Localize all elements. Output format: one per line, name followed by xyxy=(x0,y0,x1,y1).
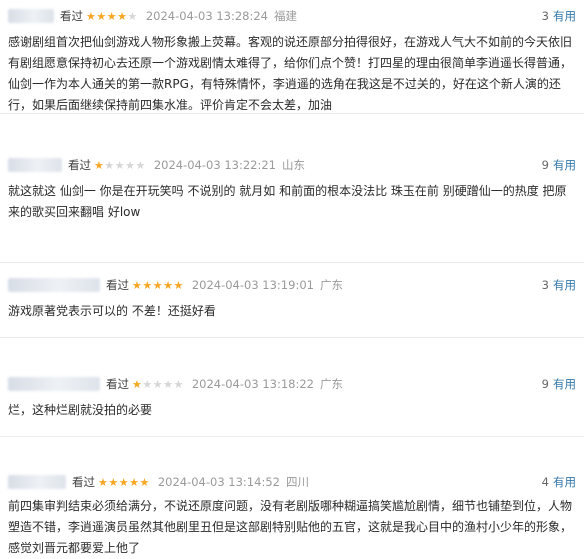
review-location: 广东 xyxy=(319,278,343,292)
useful-button[interactable]: 4 有用 xyxy=(542,472,576,492)
watch-status: 看过 xyxy=(72,475,95,489)
star-empty-icon: ★★★★ xyxy=(104,158,146,172)
useful-count: 9 xyxy=(541,377,549,391)
useful-button[interactable]: 9 有用 xyxy=(542,374,576,394)
useful-label[interactable]: 有用 xyxy=(553,474,576,490)
rating-stars: ★★★★★ xyxy=(86,10,138,23)
useful-label[interactable]: 有用 xyxy=(553,157,576,173)
review-location: 四川 xyxy=(285,475,309,489)
review-meta: 看过 ★★★★★ 2024-04-03 13:19:01 广东 xyxy=(8,275,343,295)
rating-stars: ★★★★★ xyxy=(98,476,150,489)
review-time: 2024-04-03 13:18:22 xyxy=(191,377,314,391)
review-time: 2024-04-03 13:28:24 xyxy=(145,9,268,23)
review-time: 2024-04-03 13:19:01 xyxy=(191,278,314,292)
useful-count: 4 xyxy=(541,475,549,489)
review-item: 看过 ★★★★★ 2024-04-03 13:14:52 四川 4 有用 前四集… xyxy=(0,472,584,559)
watch-status: 看过 xyxy=(60,9,83,23)
blurred-username[interactable] xyxy=(8,278,100,292)
star-icon: ★ xyxy=(132,377,143,391)
watch-status: 看过 xyxy=(106,377,129,391)
useful-count: 3 xyxy=(541,278,549,292)
useful-label[interactable]: 有用 xyxy=(553,8,576,24)
useful-button[interactable]: 9 有用 xyxy=(542,155,576,175)
blurred-username[interactable] xyxy=(8,158,62,172)
rating-stars: ★★★★★ xyxy=(94,159,146,172)
review-content: 前四集审判结束必须给满分，不说还原度问题，没有老剧版哪种糊逼搞笑尴尬剧情，细节也… xyxy=(8,499,573,555)
useful-count: 9 xyxy=(541,158,549,172)
review-meta: 看过 ★★★★★ 2024-04-03 13:22:21 山东 xyxy=(8,155,305,175)
useful-count: 3 xyxy=(541,9,549,23)
blurred-username[interactable] xyxy=(8,9,54,23)
review-location: 福建 xyxy=(273,9,297,23)
review-time: 2024-04-03 13:22:21 xyxy=(153,158,276,172)
review-item: 看过 ★★★★★ 2024-04-03 13:19:01 广东 3 有用 游戏原… xyxy=(0,275,584,338)
star-icon: ★★★★★ xyxy=(132,278,184,292)
review-content: 就这就这 仙剑一 你是在开玩笑吗 不说别的 就月如 和前面的根本没法比 珠玉在前… xyxy=(8,184,567,219)
review-content: 烂，这种烂剧就没拍的必要 xyxy=(8,403,153,417)
useful-button[interactable]: 3 有用 xyxy=(542,6,576,26)
review-item: 看过 ★★★★★ 2024-04-03 13:28:24 福建 3 有用 感谢剧… xyxy=(0,6,584,114)
rating-stars: ★★★★★ xyxy=(132,378,184,391)
watch-status: 看过 xyxy=(106,278,129,292)
useful-button[interactable]: 3 有用 xyxy=(542,275,576,295)
star-empty-icon: ★★★★ xyxy=(142,377,184,391)
review-item: 看过 ★★★★★ 2024-04-03 13:22:21 山东 9 有用 就这就… xyxy=(0,155,584,263)
rating-stars: ★★★★★ xyxy=(132,279,184,292)
review-location: 广东 xyxy=(319,377,343,391)
blurred-username[interactable] xyxy=(8,475,66,489)
useful-label[interactable]: 有用 xyxy=(553,277,576,293)
watch-status: 看过 xyxy=(68,158,91,172)
star-empty-icon: ★ xyxy=(127,9,138,23)
review-content: 感谢剧组首次把仙剑游戏人物形象搬上荧幕。客观的说还原部分拍得很好，在游戏人气大不… xyxy=(8,35,573,112)
useful-label[interactable]: 有用 xyxy=(553,376,576,392)
review-meta: 看过 ★★★★★ 2024-04-03 13:18:22 广东 xyxy=(8,374,343,394)
star-icon: ★★★★ xyxy=(86,9,128,23)
review-location: 山东 xyxy=(281,158,305,172)
review-meta: 看过 ★★★★★ 2024-04-03 13:14:52 四川 xyxy=(8,472,309,492)
review-time: 2024-04-03 13:14:52 xyxy=(157,475,280,489)
review-item: 看过 ★★★★★ 2024-04-03 13:18:22 广东 9 有用 烂，这… xyxy=(0,374,584,437)
review-content: 游戏原著党表示可以的 不差！还挺好看 xyxy=(8,304,216,318)
star-icon: ★ xyxy=(94,158,105,172)
star-icon: ★★★★★ xyxy=(98,475,150,489)
blurred-username[interactable] xyxy=(8,377,100,391)
review-meta: 看过 ★★★★★ 2024-04-03 13:28:24 福建 xyxy=(8,6,297,26)
